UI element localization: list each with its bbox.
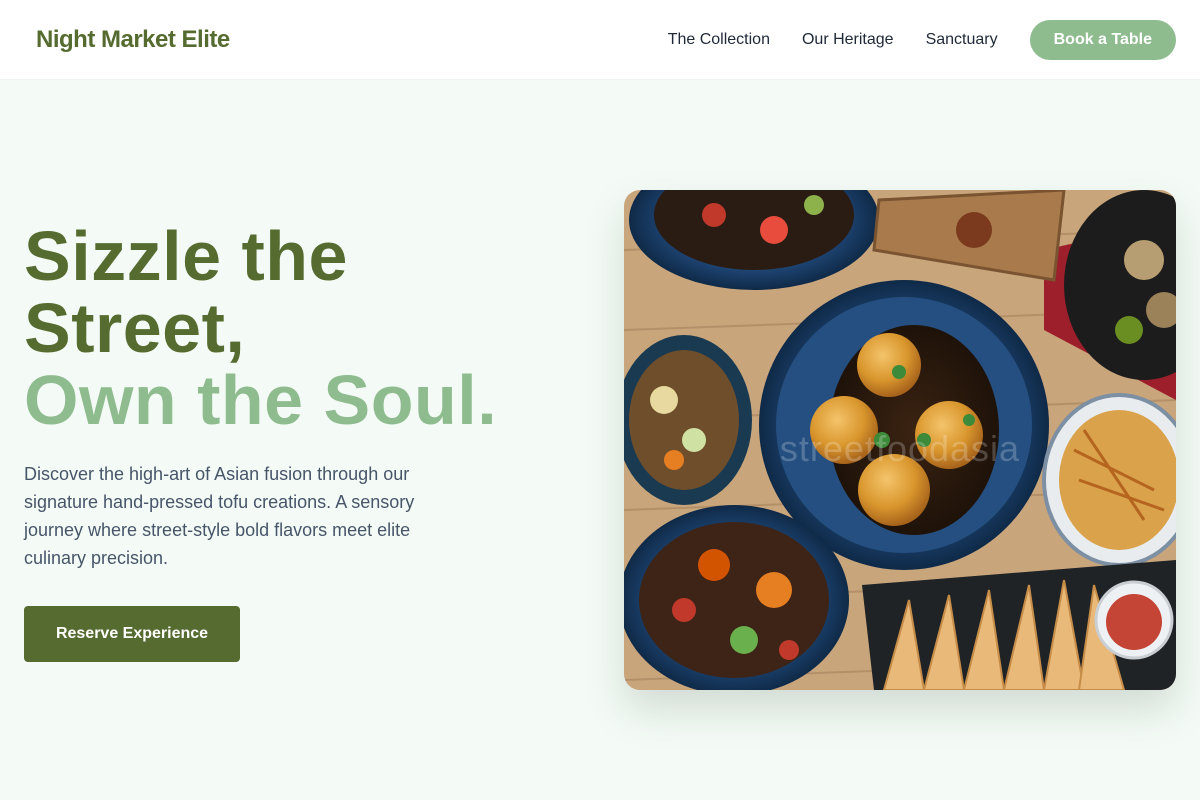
hero-text-block: Sizzle the Street, Own the Soul. Discove… bbox=[24, 220, 584, 662]
main-nav: The Collection Our Heritage Sanctuary Bo… bbox=[668, 19, 1176, 60]
food-photo-icon bbox=[624, 190, 1176, 690]
nav-link-collection[interactable]: The Collection bbox=[668, 31, 770, 49]
top-navbar: Night Market Elite The Collection Our He… bbox=[0, 0, 1200, 80]
headline-accent: Own the Soul. bbox=[24, 361, 498, 439]
hero-description: Discover the high-art of Asian fusion th… bbox=[24, 464, 415, 568]
brand-logo[interactable]: Night Market Elite bbox=[36, 26, 230, 54]
headline-line-1: Sizzle the bbox=[24, 217, 348, 295]
hero-headline: Sizzle the Street, Own the Soul. bbox=[24, 220, 584, 436]
book-table-button[interactable]: Book a Table bbox=[1029, 19, 1176, 60]
headline-line-2: Street, bbox=[24, 289, 246, 367]
reserve-experience-button[interactable]: Reserve Experience bbox=[24, 606, 240, 662]
hero-food-image: streetfoodasia bbox=[624, 190, 1176, 690]
nav-link-heritage[interactable]: Our Heritage bbox=[802, 31, 894, 49]
nav-link-sanctuary[interactable]: Sanctuary bbox=[926, 31, 998, 49]
